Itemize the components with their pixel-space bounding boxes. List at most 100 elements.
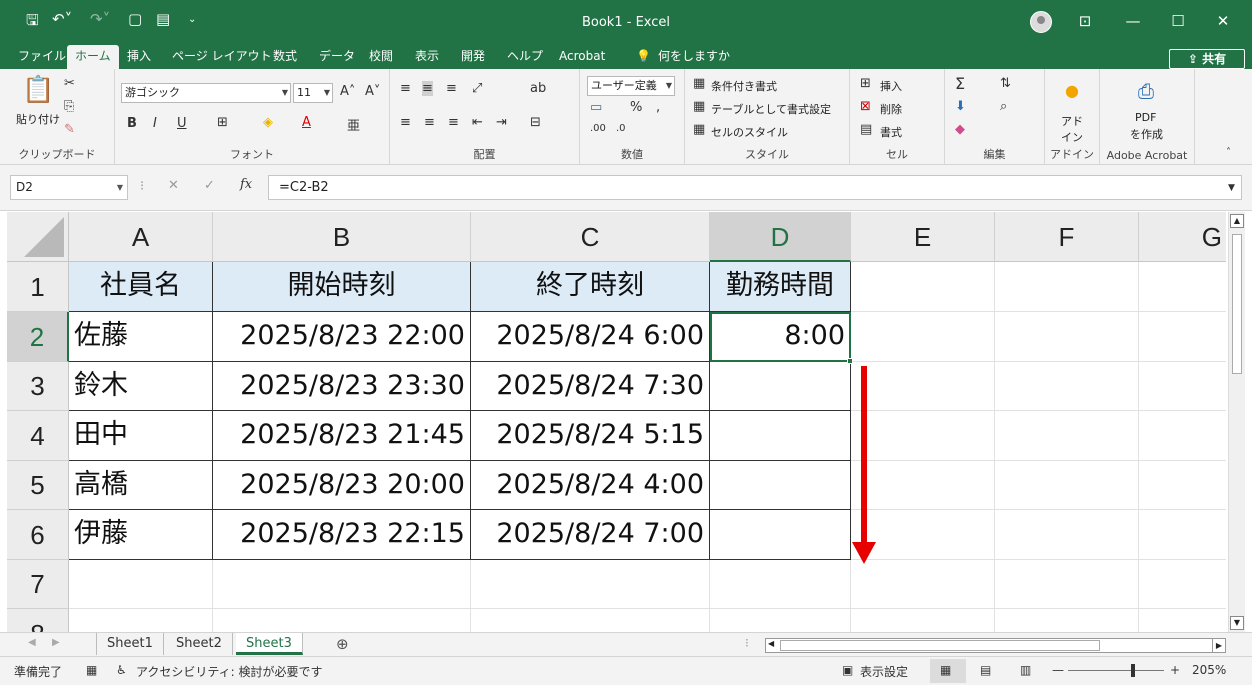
tab-insert[interactable]: 挿入 — [119, 45, 159, 69]
format-as-table-icon[interactable]: ▦ — [693, 99, 705, 114]
cell-e1[interactable] — [851, 262, 995, 312]
align-middle-icon[interactable]: ≡ — [422, 81, 433, 96]
cell-f2[interactable] — [995, 312, 1139, 362]
horizontal-scroll-thumb[interactable] — [780, 640, 1100, 651]
row-header-3[interactable]: 3 — [7, 362, 69, 411]
ribbon-display-icon[interactable]: ⊡ — [1070, 12, 1100, 30]
formula-input[interactable]: =C2-B2 — [268, 175, 1242, 200]
cell-b8[interactable] — [213, 609, 471, 632]
share-button[interactable]: ⇪ 共有 — [1169, 49, 1245, 69]
accessibility-status[interactable]: アクセシビリティ: 検討が必要です — [136, 663, 323, 680]
increase-decimal-icon[interactable]: .00 — [590, 123, 606, 134]
cell-d2[interactable]: 8:00 — [710, 312, 851, 362]
display-settings-icon[interactable]: ▣ — [842, 663, 853, 677]
cell-g7[interactable] — [1139, 560, 1226, 609]
number-format-select[interactable]: ユーザー定義 ▼ — [587, 76, 675, 96]
delete-cells-button[interactable]: 削除 — [880, 101, 902, 117]
accounting-format-icon[interactable]: ▭ — [590, 100, 602, 115]
format-as-table-button[interactable]: テーブルとして書式設定 — [711, 101, 831, 117]
zoom-level[interactable]: 205% — [1192, 663, 1226, 677]
fill-color-icon[interactable]: ◈ — [263, 115, 273, 130]
cell-d6[interactable] — [710, 510, 851, 560]
insert-function-icon[interactable]: fx — [240, 177, 252, 192]
bold-button[interactable]: B — [127, 116, 137, 131]
cell-a6[interactable]: 伊藤 — [69, 510, 213, 560]
sort-filter-icon[interactable]: ⇅ — [1000, 76, 1011, 91]
enter-icon[interactable]: ✓ — [204, 178, 215, 193]
tab-file[interactable]: ファイル — [10, 45, 74, 69]
row-header-5[interactable]: 5 — [7, 461, 69, 510]
row-header-8[interactable]: 8 — [7, 609, 69, 632]
header-cell-worktime[interactable]: 勤務時間 — [710, 262, 851, 312]
cell-c4[interactable]: 2025/8/24 5:15 — [471, 411, 710, 461]
italic-button[interactable]: I — [153, 116, 157, 131]
cell-g8[interactable] — [1139, 609, 1226, 632]
zoom-in-icon[interactable]: + — [1170, 663, 1180, 677]
decrease-font-icon[interactable]: A˅ — [365, 84, 380, 99]
cell-c2[interactable]: 2025/8/24 6:00 — [471, 312, 710, 362]
merge-center-icon[interactable]: ⊟ — [530, 115, 541, 130]
cell-b4[interactable]: 2025/8/23 21:45 — [213, 411, 471, 461]
increase-font-icon[interactable]: A˄ — [340, 84, 355, 99]
cell-b2[interactable]: 2025/8/23 22:00 — [213, 312, 471, 362]
cell-f5[interactable] — [995, 461, 1139, 510]
close-icon[interactable]: ✕ — [1208, 12, 1238, 30]
tab-developer[interactable]: 開発 — [453, 45, 493, 69]
cell-f7[interactable] — [995, 560, 1139, 609]
create-pdf-icon[interactable]: ⎙ — [1138, 79, 1154, 103]
vertical-scroll-thumb[interactable] — [1232, 234, 1242, 374]
zoom-slider[interactable] — [1068, 670, 1164, 671]
decrease-indent-icon[interactable]: ⇤ — [472, 115, 483, 130]
cell-a5[interactable]: 高橋 — [69, 461, 213, 510]
scroll-left-icon[interactable]: ◀ — [768, 639, 774, 648]
header-cell-start[interactable]: 開始時刻 — [213, 262, 471, 312]
conditional-format-icon[interactable]: ▦ — [693, 76, 705, 91]
wrap-text-icon[interactable]: ab — [530, 81, 546, 96]
cell-d8[interactable] — [710, 609, 851, 632]
align-bottom-icon[interactable]: ≡ — [446, 81, 457, 96]
page-break-view-icon[interactable]: ▥ — [1020, 663, 1031, 677]
autosum-icon[interactable]: Σ — [955, 74, 965, 93]
cell-f6[interactable] — [995, 510, 1139, 560]
cell-e4[interactable] — [851, 411, 995, 461]
delete-cells-icon[interactable]: ⊠ — [860, 99, 871, 114]
tab-page-layout[interactable]: ページ レイアウト — [164, 45, 280, 69]
accessibility-icon[interactable]: ♿ — [116, 663, 127, 677]
splitter-icon[interactable]: ⁝ — [745, 636, 749, 650]
cell-styles-button[interactable]: セルのスタイル — [711, 124, 788, 140]
cell-d5[interactable] — [710, 461, 851, 510]
column-header-f[interactable]: F — [995, 212, 1139, 262]
find-select-icon[interactable]: ⌕ — [1000, 99, 1007, 114]
conditional-format-button[interactable]: 条件付き書式 — [711, 78, 777, 94]
zoom-slider-thumb[interactable] — [1131, 664, 1135, 677]
cell-f8[interactable] — [995, 609, 1139, 632]
font-family-select[interactable]: 游ゴシック ▼ — [121, 83, 291, 103]
align-right-icon[interactable]: ≡ — [448, 115, 459, 130]
tab-acrobat[interactable]: Acrobat — [551, 45, 613, 69]
minimize-icon[interactable]: — — [1118, 12, 1148, 30]
tab-view[interactable]: 表示 — [407, 45, 447, 69]
phonetic-icon[interactable]: 亜 — [347, 115, 360, 134]
scroll-right-icon[interactable]: ▶ — [1212, 638, 1226, 653]
macro-record-icon[interactable]: ▦ — [86, 663, 97, 677]
normal-view-icon[interactable]: ▦ — [940, 663, 951, 677]
align-top-icon[interactable]: ≡ — [400, 81, 411, 96]
vertical-scrollbar[interactable]: ▲ ▼ — [1228, 212, 1245, 632]
cell-a8[interactable] — [69, 609, 213, 632]
tab-review[interactable]: 校閲 — [361, 45, 401, 69]
align-center-icon[interactable]: ≡ — [424, 115, 435, 130]
tab-formulas[interactable]: 数式 — [265, 45, 305, 69]
cell-f1[interactable] — [995, 262, 1139, 312]
format-cells-button[interactable]: 書式 — [880, 124, 902, 140]
underline-button[interactable]: U — [177, 116, 187, 131]
orientation-icon[interactable]: ⤢ — [472, 81, 482, 96]
paste-icon[interactable]: 📋 — [22, 75, 54, 105]
cell-b6[interactable]: 2025/8/23 22:15 — [213, 510, 471, 560]
display-settings-button[interactable]: 表示設定 — [860, 663, 908, 680]
cell-b3[interactable]: 2025/8/23 23:30 — [213, 362, 471, 411]
select-all-corner[interactable] — [7, 212, 69, 262]
column-header-g[interactable]: G — [1139, 212, 1226, 262]
sheet-tab-sheet1[interactable]: Sheet1 — [96, 633, 164, 655]
page-layout-view-icon[interactable]: ▤ — [980, 663, 991, 677]
insert-cells-button[interactable]: 挿入 — [880, 78, 902, 94]
